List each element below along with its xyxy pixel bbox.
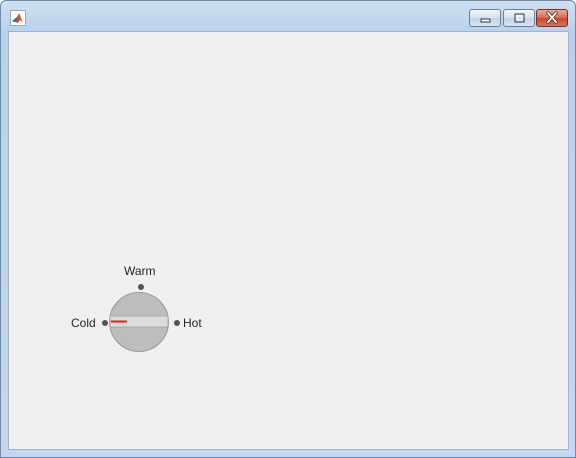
title-bar[interactable] — [1, 1, 575, 31]
app-window: Warm Cold Hot — [0, 0, 576, 458]
discrete-knob[interactable] — [9, 32, 570, 451]
close-button[interactable] — [536, 9, 568, 27]
maximize-button[interactable] — [503, 9, 535, 27]
figure-canvas: Warm Cold Hot — [8, 31, 569, 450]
knob-tick-hot[interactable] — [174, 320, 180, 326]
knob-tick-warm[interactable] — [138, 284, 144, 290]
minimize-button[interactable] — [469, 9, 501, 27]
matlab-logo-icon — [10, 10, 26, 26]
knob-tick-cold[interactable] — [102, 320, 108, 326]
close-icon — [546, 11, 558, 24]
minimize-icon — [480, 18, 491, 23]
maximize-icon — [514, 13, 525, 23]
